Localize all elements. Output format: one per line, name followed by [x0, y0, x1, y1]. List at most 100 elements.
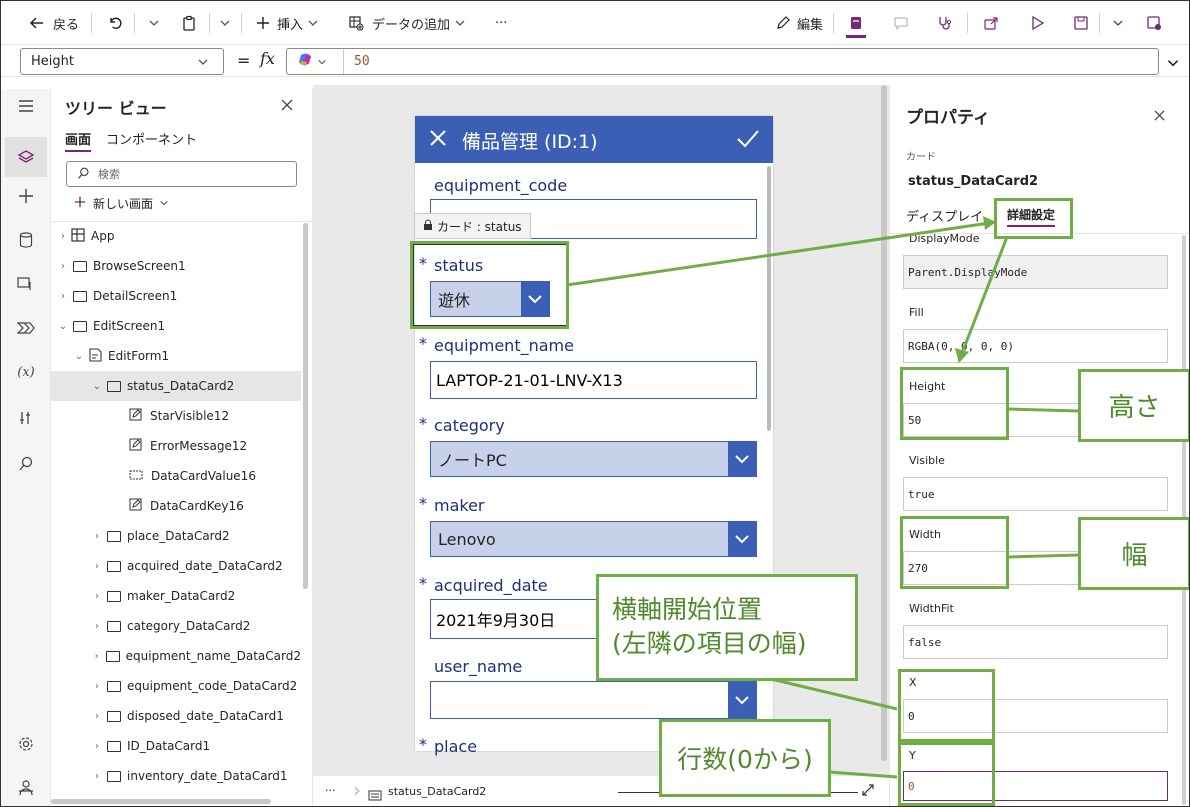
- chevron-down-icon: [315, 52, 329, 72]
- width-callout: 幅: [1078, 517, 1189, 590]
- add-data-button[interactable]: データの追加: [346, 11, 470, 35]
- power-automate-icon[interactable]: [15, 317, 37, 339]
- card-icon: [107, 680, 121, 692]
- breadcrumb-more[interactable]: ···: [325, 784, 336, 797]
- tab-components[interactable]: コンポーネント: [106, 129, 197, 148]
- tree-item-editscreen1[interactable]: ⌄ EditScreen1: [51, 311, 301, 341]
- tree-view-icon[interactable]: [5, 137, 47, 177]
- category-dropdown[interactable]: ノートPC: [430, 441, 757, 477]
- tree-item-acquired-date-datacard2[interactable]: › acquired_date_DataCard2: [51, 551, 301, 581]
- breadcrumb-current[interactable]: status_DataCard2: [388, 785, 486, 798]
- divider: [833, 13, 834, 33]
- maker-value: Lenovo: [438, 529, 496, 549]
- advanced-tools-icon[interactable]: [15, 407, 37, 429]
- equipment-code-label: equipment_code: [434, 176, 568, 195]
- paste-menu-button[interactable]: [215, 11, 235, 35]
- checker-button[interactable]: [935, 11, 955, 35]
- place-label: place: [434, 737, 478, 756]
- insert-icon[interactable]: [15, 185, 37, 207]
- chevron-right-icon: ›: [95, 710, 99, 722]
- tree-item-editform1[interactable]: ⌄ EditForm1: [51, 341, 301, 371]
- tree-item-label: DetailScreen1: [93, 289, 178, 303]
- app-checker-button[interactable]: [846, 11, 866, 38]
- paste-button[interactable]: [179, 11, 199, 35]
- copilot-icon: [297, 51, 315, 73]
- chevron-right-icon: ›: [95, 590, 99, 602]
- tree-item-inventory-date-datacard1[interactable]: › inventory_date_DataCard1: [51, 761, 301, 791]
- tree-horizontal-scrollbar[interactable]: [51, 799, 271, 804]
- tree-item-detailscreen1[interactable]: › DetailScreen1: [51, 281, 301, 311]
- canvas-scrollbar[interactable]: [881, 85, 887, 761]
- tree-item-datacardkey16[interactable]: DataCardKey16: [51, 491, 301, 521]
- virtual-agent-icon[interactable]: [15, 777, 37, 799]
- acquired-date-value: 2021年9月30日: [436, 611, 556, 630]
- tree-item-starvisible12[interactable]: StarVisible12: [51, 401, 301, 431]
- database-icon[interactable]: [15, 229, 37, 251]
- tree-item-disposed-date-datacard1[interactable]: › disposed_date_DataCard1: [51, 701, 301, 731]
- y-callout: 行数(0から): [659, 719, 831, 797]
- tree-item-equipment-name-datacard2[interactable]: › equipment_name_DataCard2: [51, 641, 301, 671]
- close-properties-button[interactable]: [1153, 107, 1166, 126]
- tree-item-place-datacard2[interactable]: › place_DataCard2: [51, 521, 301, 551]
- tree-item-equipment-code-datacard2[interactable]: › equipment_code_DataCard2: [51, 671, 301, 701]
- tab-screens[interactable]: 画面: [65, 129, 92, 152]
- chevron-right-icon: ›: [95, 770, 99, 782]
- insert-button[interactable]: 挿入: [253, 11, 323, 35]
- tree-search-input[interactable]: 検索: [66, 161, 297, 187]
- search-icon[interactable]: [15, 453, 37, 475]
- media-icon[interactable]: [15, 273, 37, 295]
- tree-item-maker-datacard2[interactable]: › maker_DataCard2: [51, 581, 301, 611]
- chevron-down-icon: [728, 522, 756, 556]
- back-button[interactable]: 戻る: [27, 11, 79, 35]
- checkmark-icon[interactable]: [736, 129, 760, 154]
- category-label: category: [434, 416, 505, 435]
- formula-input[interactable]: 50: [286, 48, 1159, 75]
- preview-button[interactable]: [1027, 11, 1047, 35]
- tree-item-label: acquired_date_DataCard2: [127, 559, 283, 573]
- fill-field[interactable]: RGBA(0, 0, 0, 0): [903, 329, 1168, 363]
- comments-button[interactable]: [891, 11, 911, 35]
- close-icon[interactable]: [428, 128, 448, 153]
- tree-item-browsescreen1[interactable]: › BrowseScreen1: [51, 251, 301, 281]
- close-tree-button[interactable]: [280, 97, 294, 116]
- publish-button[interactable]: [1144, 11, 1164, 35]
- edit-button[interactable]: 編集: [773, 11, 823, 35]
- tree-item-status-datacard2[interactable]: ⌄ status_DataCard2: [51, 371, 301, 401]
- tree-item-datacardvalue16[interactable]: DataCardValue16: [51, 461, 301, 491]
- expand-formula-button[interactable]: [1163, 53, 1183, 74]
- tree-scrollbar[interactable]: [303, 223, 308, 589]
- hamburger-icon[interactable]: [15, 95, 37, 117]
- property-selector[interactable]: Height: [20, 48, 224, 75]
- maker-dropdown[interactable]: Lenovo: [430, 521, 757, 557]
- new-screen-button[interactable]: 新しい画面: [73, 195, 169, 212]
- tree-item-label: BrowseScreen1: [93, 259, 186, 273]
- tree-item-id-datacard1[interactable]: › ID_DataCard1: [51, 731, 301, 761]
- tree-item-app[interactable]: › App: [51, 221, 301, 251]
- more-button[interactable]: ···: [495, 11, 507, 35]
- displaymode-value: Parent.DisplayMode: [908, 266, 1028, 279]
- chevron-right-icon: ›: [61, 230, 65, 242]
- form-scrollbar[interactable]: [767, 166, 771, 431]
- settings-icon[interactable]: [15, 733, 37, 755]
- fullscreen-icon[interactable]: [861, 782, 875, 801]
- displaymode-field[interactable]: Parent.DisplayMode: [903, 255, 1168, 289]
- variables-icon[interactable]: (x): [15, 361, 37, 383]
- visible-field[interactable]: true: [903, 477, 1168, 511]
- x-callout: 横軸開始位置 (左隣の項目の幅): [596, 574, 858, 681]
- tab-display[interactable]: ディスプレイ: [906, 206, 983, 225]
- equipment-name-input[interactable]: LAPTOP-21-01-LNV-X13: [430, 361, 757, 399]
- copilot-button[interactable]: [287, 49, 344, 74]
- undo-menu-button[interactable]: [144, 11, 164, 35]
- stethoscope-icon: [935, 13, 955, 33]
- tree-view-panel: ツリー ビュー 画面 コンポーネント 検索 新しい画面 › App › Brow…: [51, 89, 313, 806]
- tree-item-category-datacard2[interactable]: › category_DataCard2: [51, 611, 301, 641]
- chevron-right-icon: ›: [61, 260, 65, 272]
- tree-item-errormessage12[interactable]: ErrorMessage12: [51, 431, 301, 461]
- widthfit-field[interactable]: false: [903, 625, 1168, 659]
- save-button[interactable]: [1071, 11, 1091, 35]
- share-button[interactable]: [981, 11, 1001, 35]
- chevron-down-icon: [728, 682, 756, 718]
- save-menu-button[interactable]: [1108, 11, 1128, 35]
- user-name-dropdown[interactable]: [430, 681, 757, 719]
- undo-button[interactable]: [105, 11, 125, 35]
